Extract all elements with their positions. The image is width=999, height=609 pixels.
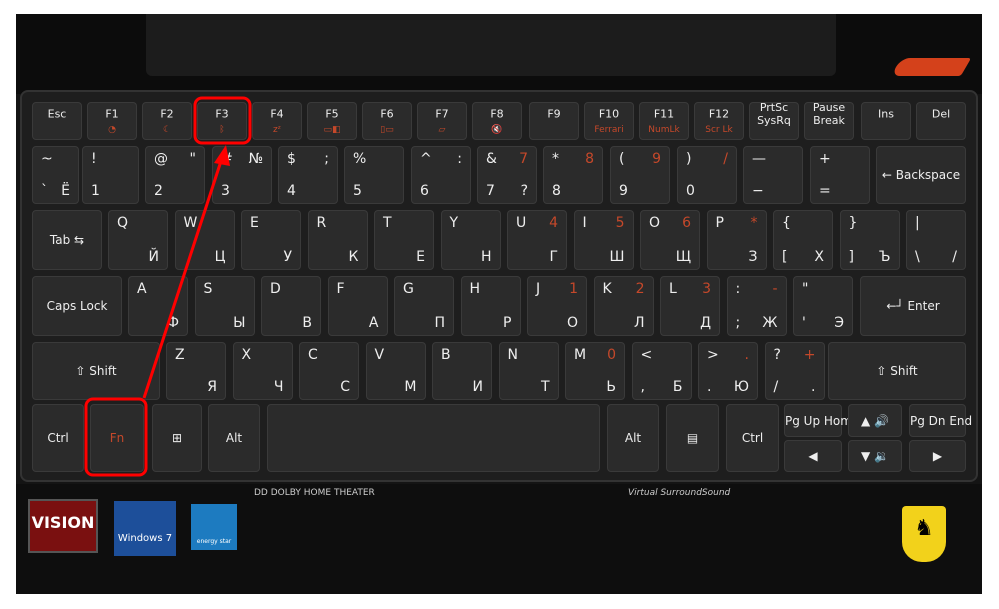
annotation-layer <box>84 96 252 477</box>
arrow-line <box>142 157 224 399</box>
f3-highlight-box <box>193 96 252 145</box>
fn-highlight-box <box>84 397 148 477</box>
arrow-head-icon <box>214 145 230 166</box>
